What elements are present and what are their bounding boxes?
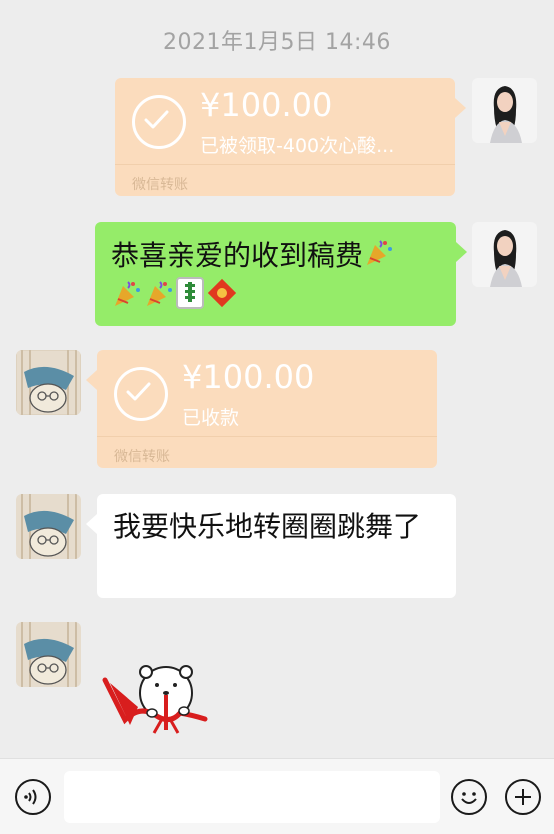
transfer-status: 已收款 — [182, 407, 240, 429]
mahjong-fa-tile-icon — [175, 276, 205, 320]
transfer-received-check-icon — [114, 367, 168, 421]
transfer-received-check-icon — [132, 95, 186, 149]
bear-with-ribbon-sticker[interactable] — [100, 655, 215, 735]
bubble-tail — [86, 514, 97, 534]
contact-avatar[interactable] — [16, 350, 81, 415]
transfer-card-sent[interactable]: ¥100.00 已被领取-400次心酸... 微信转账 — [115, 78, 466, 196]
plus-icon[interactable] — [505, 779, 541, 815]
self-avatar[interactable] — [472, 78, 537, 143]
transfer-amount: ¥100.00 — [200, 86, 333, 124]
message-input[interactable] — [64, 771, 440, 823]
emoji-face-icon[interactable] — [451, 779, 487, 815]
transfer-status: 已被领取-400次心酸... — [200, 135, 395, 157]
bubble-tail — [455, 98, 466, 118]
transfer-amount: ¥100.00 — [182, 358, 315, 396]
bubble-tail — [456, 242, 467, 262]
party-popper-icon — [111, 277, 143, 319]
party-popper-icon — [143, 277, 175, 319]
message-text: 我要快乐地转圈圈跳舞了 — [113, 510, 422, 543]
received-text-message[interactable]: 我要快乐地转圈圈跳舞了 — [86, 494, 456, 598]
transfer-card-received[interactable]: ¥100.00 已收款 微信转账 — [86, 350, 437, 468]
message-text: 恭喜亲爱的收到稿费 — [111, 239, 364, 272]
bubble-tail — [86, 370, 97, 390]
contact-avatar[interactable] — [16, 494, 81, 559]
sent-text-message[interactable]: 恭喜亲爱的收到稿费 — [95, 222, 467, 326]
chat-input-bar — [0, 758, 554, 834]
voice-icon[interactable] — [15, 779, 51, 815]
self-avatar[interactable] — [472, 222, 537, 287]
contact-avatar[interactable] — [16, 622, 81, 687]
chat-timestamp: 2021年1月5日 14:46 — [163, 30, 391, 55]
transfer-divider — [97, 436, 437, 437]
fortune-diamond-icon — [205, 276, 239, 320]
party-popper-icon — [363, 236, 395, 278]
transfer-divider — [115, 164, 455, 165]
transfer-label: 微信转账 — [114, 449, 170, 465]
transfer-label: 微信转账 — [132, 177, 188, 193]
